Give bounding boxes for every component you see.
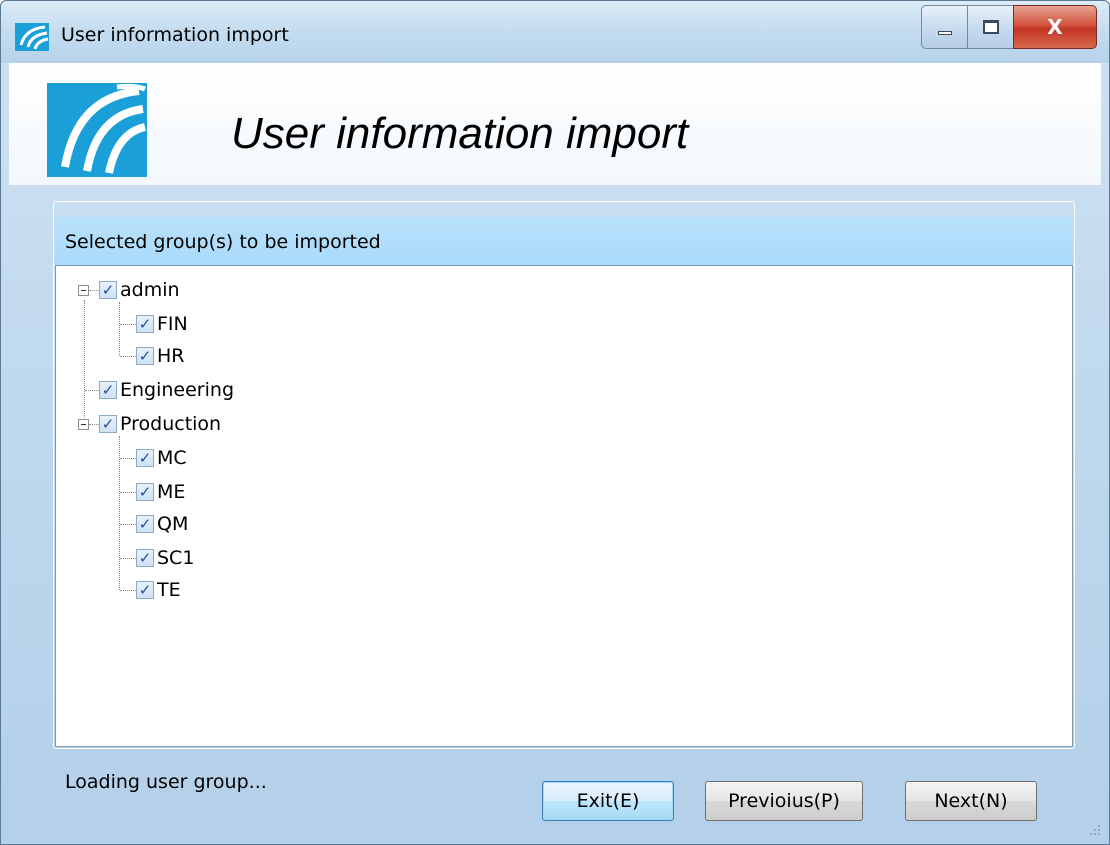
minimize-icon <box>937 31 952 35</box>
tree-connector <box>119 302 120 356</box>
window-controls: X <box>921 5 1097 49</box>
tree-node-fin[interactable]: ✓ FIN <box>136 311 188 337</box>
resize-grip-icon[interactable] <box>1087 822 1101 836</box>
tree-connector <box>89 424 99 425</box>
close-icon: X <box>1047 15 1063 39</box>
tree-node-label: QM <box>157 513 189 535</box>
tree-node-label: SC1 <box>157 547 195 569</box>
exit-button[interactable]: Exit(E) <box>542 781 674 821</box>
group-box-label: Selected group(s) to be imported <box>65 231 381 253</box>
title-bar[interactable]: User information import X <box>1 1 1109 63</box>
checkbox-checked-icon[interactable]: ✓ <box>136 483 154 501</box>
tree-node-production[interactable]: ✓ Production <box>99 411 221 437</box>
tree-connector <box>85 390 99 391</box>
tree-node-label: Engineering <box>120 379 234 401</box>
tree-connector <box>120 558 136 559</box>
checkbox-checked-icon[interactable]: ✓ <box>136 347 154 365</box>
group-tree[interactable]: ✓ admin ✓ FIN ✓ HR ✓ Engineering ✓ Produ… <box>55 265 1073 747</box>
maximize-button[interactable] <box>967 5 1013 49</box>
collapse-icon[interactable] <box>78 419 89 430</box>
tree-connector <box>89 290 99 291</box>
checkbox-checked-icon[interactable]: ✓ <box>136 315 154 333</box>
tree-node-qm[interactable]: ✓ QM <box>136 511 188 537</box>
checkbox-checked-icon[interactable]: ✓ <box>136 549 154 567</box>
maximize-icon <box>982 20 999 34</box>
tree-node-te[interactable]: ✓ TE <box>136 577 181 603</box>
tree-connector <box>120 492 136 493</box>
close-button[interactable]: X <box>1013 5 1097 49</box>
tree-node-label: Production <box>120 413 222 435</box>
tree-node-label: FIN <box>157 313 188 335</box>
tree-node-label: MC <box>157 447 187 469</box>
tree-connector <box>120 324 136 325</box>
next-button[interactable]: Next(N) <box>905 781 1037 821</box>
tree-node-admin[interactable]: ✓ admin <box>99 277 180 303</box>
window-title: User information import <box>61 24 289 46</box>
tree-node-engineering[interactable]: ✓ Engineering <box>99 377 234 403</box>
tree-node-label: admin <box>120 279 180 301</box>
group-box-header: Selected group(s) to be imported <box>55 217 1073 265</box>
tree-connector <box>84 300 85 424</box>
checkbox-checked-icon[interactable]: ✓ <box>136 449 154 467</box>
dialog-window: User information import X User informati… <box>0 0 1110 845</box>
tree-node-sc1[interactable]: ✓ SC1 <box>136 545 194 571</box>
tree-connector <box>120 356 136 357</box>
app-logo-icon <box>15 23 49 51</box>
tree-node-label: ME <box>157 481 186 503</box>
page-title: User information import <box>231 109 689 158</box>
tree-connector <box>120 590 136 591</box>
checkbox-checked-icon[interactable]: ✓ <box>136 515 154 533</box>
tree-node-label: TE <box>157 579 181 601</box>
checkbox-checked-icon[interactable]: ✓ <box>99 381 117 399</box>
checkbox-checked-icon[interactable]: ✓ <box>99 281 117 299</box>
checkbox-checked-icon[interactable]: ✓ <box>99 415 117 433</box>
tree-node-me[interactable]: ✓ ME <box>136 479 185 505</box>
minimize-button[interactable] <box>921 5 967 49</box>
collapse-icon[interactable] <box>78 285 89 296</box>
checkbox-checked-icon[interactable]: ✓ <box>136 581 154 599</box>
tree-node-hr[interactable]: ✓ HR <box>136 343 185 369</box>
tree-node-mc[interactable]: ✓ MC <box>136 445 187 471</box>
previous-button[interactable]: Previoius(P) <box>705 781 863 821</box>
app-logo-icon <box>47 83 147 177</box>
tree-connector <box>120 524 136 525</box>
tree-connector <box>120 458 136 459</box>
tree-node-label: HR <box>157 345 185 367</box>
header-banner: User information import <box>9 63 1101 185</box>
status-text: Loading user group... <box>65 771 267 793</box>
tree-connector <box>119 436 120 590</box>
